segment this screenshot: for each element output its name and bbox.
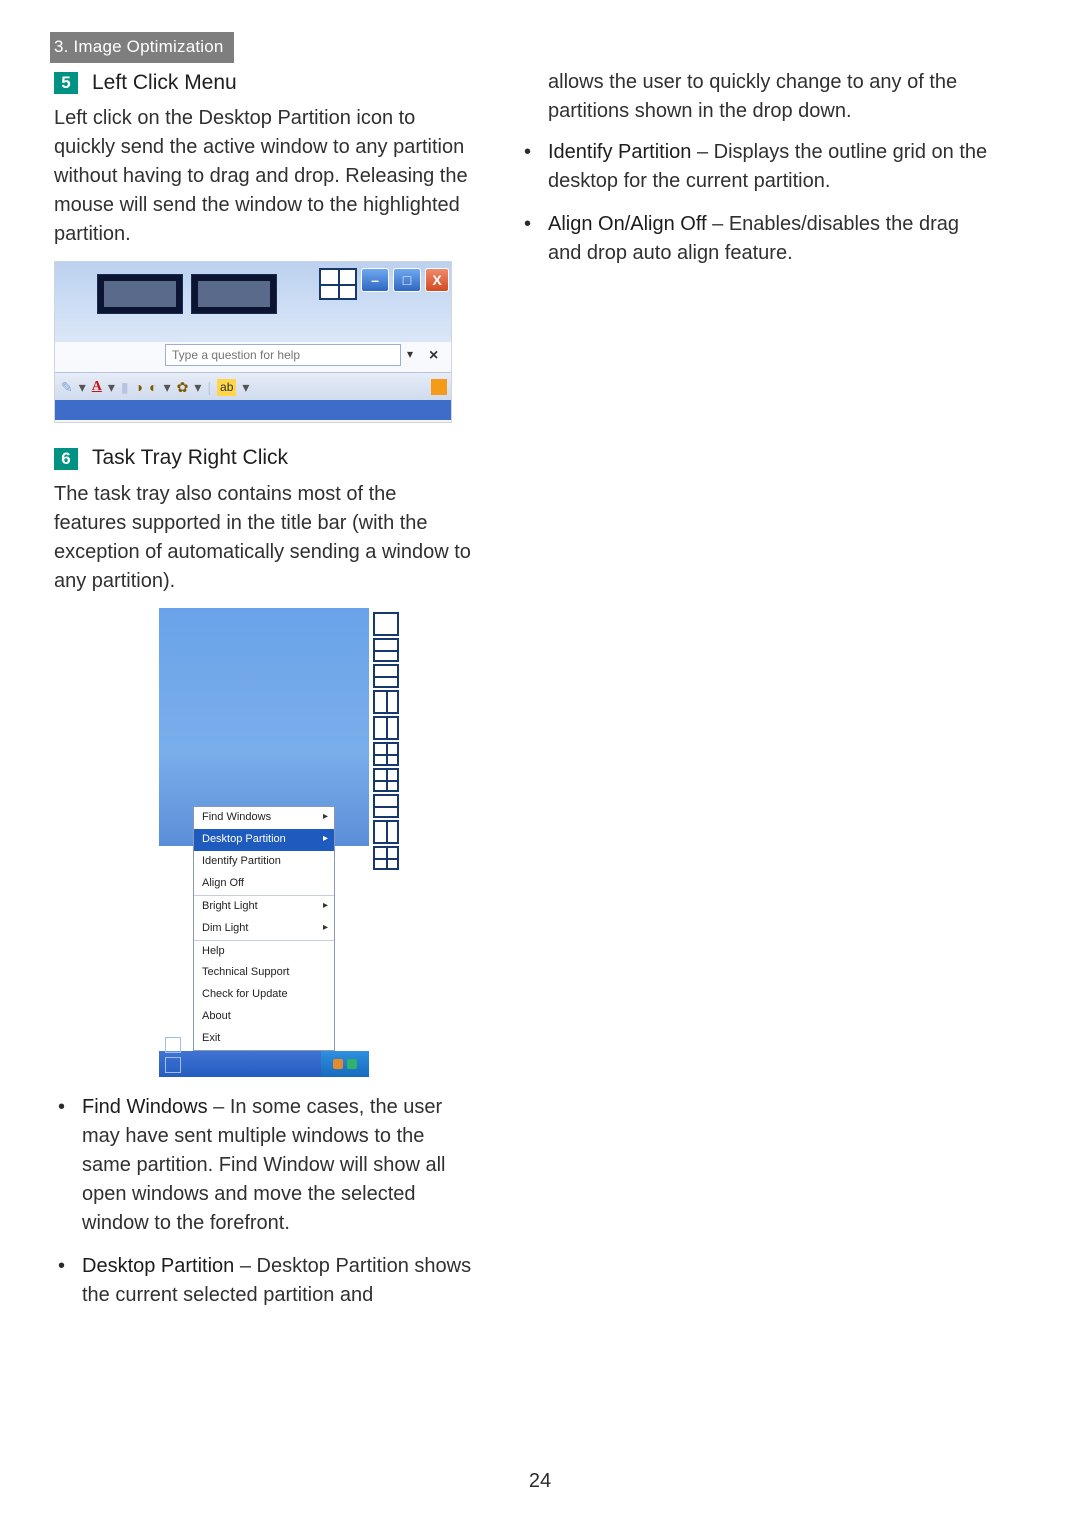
shot1-statusbar bbox=[55, 400, 451, 420]
shot1-titlebar: – □ X bbox=[55, 262, 451, 342]
menu-item-help[interactable]: Help bbox=[194, 941, 334, 963]
help-close-icon[interactable]: × bbox=[429, 344, 438, 367]
page-number: 24 bbox=[0, 1467, 1080, 1496]
step6-number-badge: 6 bbox=[54, 448, 78, 470]
partition-option-icon[interactable] bbox=[373, 638, 399, 662]
tray-icon[interactable] bbox=[347, 1059, 357, 1069]
step6-title: Task Tray Right Click bbox=[92, 443, 288, 473]
partition-option-icon[interactable] bbox=[373, 690, 399, 714]
menu-group: Find Windows Desktop Partition Identify … bbox=[194, 807, 334, 895]
quicklaunch-icon[interactable] bbox=[165, 1037, 181, 1053]
shot1-formatting-toolbar: ✎▾ A▾ ▮ ◑ ◐▾ ✿▾ | ab▾ bbox=[55, 372, 451, 402]
minimize-button[interactable]: – bbox=[361, 268, 389, 292]
menu-group: Help Technical Support Check for Update … bbox=[194, 940, 334, 1051]
toolbar-overflow-icon[interactable] bbox=[431, 379, 447, 395]
quicklaunch-icon[interactable] bbox=[165, 1057, 181, 1073]
left-bullet-list: Find Windows – In some cases, the user m… bbox=[54, 1093, 474, 1310]
step6-heading: 6 Task Tray Right Click bbox=[54, 443, 474, 473]
breadcrumb: 3. Image Optimization bbox=[50, 32, 234, 63]
partition-preview-icon bbox=[97, 274, 183, 314]
menu-item-bright-light[interactable]: Bright Light bbox=[194, 896, 334, 918]
partition-option-icon[interactable] bbox=[373, 820, 399, 844]
desktop-partition-continuation: allows the user to quickly change to any… bbox=[548, 68, 990, 126]
menu-item-check-for-update[interactable]: Check for Update bbox=[194, 984, 334, 1006]
insert-icon[interactable]: ◑ bbox=[135, 377, 143, 397]
context-menu: Find Windows Desktop Partition Identify … bbox=[193, 806, 335, 1051]
shot2-taskbar bbox=[159, 1051, 369, 1077]
partition-option-icon[interactable] bbox=[373, 846, 399, 870]
bullet-align-on-off: Align On/Align Off – Enables/disables th… bbox=[548, 210, 990, 268]
insert-icon[interactable]: ✿ bbox=[177, 377, 189, 397]
partition-option-icon[interactable] bbox=[373, 716, 399, 740]
brush-icon[interactable]: ✎ bbox=[61, 377, 73, 397]
menu-item-about[interactable]: About bbox=[194, 1006, 334, 1028]
highlight-button[interactable]: ab bbox=[217, 379, 236, 396]
menu-group: Bright Light Dim Light bbox=[194, 895, 334, 940]
bullet-identify-partition: Identify Partition – Displays the outlin… bbox=[548, 138, 990, 196]
screenshot-task-tray-menu: Find Windows Desktop Partition Identify … bbox=[159, 608, 369, 1077]
partition-option-icon[interactable] bbox=[373, 664, 399, 688]
bullet-term: Find Windows bbox=[82, 1096, 208, 1118]
maximize-button[interactable]: □ bbox=[393, 268, 421, 292]
partition-option-icon[interactable] bbox=[373, 742, 399, 766]
system-tray bbox=[321, 1051, 369, 1077]
menu-item-dim-light[interactable]: Dim Light bbox=[194, 918, 334, 940]
help-search-input[interactable] bbox=[165, 344, 401, 366]
bullet-term: Align On/Align Off bbox=[548, 213, 707, 235]
screenshot-left-click-menu: – □ X ▾ × ✎▾ A▾ ▮ ◑ ◐▾ ✿▾ | ab▾ bbox=[54, 261, 452, 423]
partition-option-icon[interactable] bbox=[373, 612, 399, 636]
menu-item-identify-partition[interactable]: Identify Partition bbox=[194, 851, 334, 873]
menu-item-technical-support[interactable]: Technical Support bbox=[194, 962, 334, 984]
bullet-term: Identify Partition bbox=[548, 141, 691, 163]
menu-item-find-windows[interactable]: Find Windows bbox=[194, 807, 334, 829]
close-button[interactable]: X bbox=[425, 268, 449, 292]
step5-number-badge: 5 bbox=[54, 72, 78, 94]
menu-item-exit[interactable]: Exit bbox=[194, 1028, 334, 1050]
right-bullet-list: Identify Partition – Displays the outlin… bbox=[520, 138, 990, 268]
insert-icon[interactable]: ◐ bbox=[149, 377, 157, 397]
bullet-term: Desktop Partition bbox=[82, 1255, 234, 1277]
partition-preview-icon bbox=[191, 274, 277, 314]
right-column: allows the user to quickly change to any… bbox=[520, 68, 990, 282]
tray-icon[interactable] bbox=[333, 1059, 343, 1069]
partition-option-icon[interactable] bbox=[373, 794, 399, 818]
page: 3. Image Optimization 5 Left Click Menu … bbox=[0, 0, 1080, 1532]
left-column: 5 Left Click Menu Left click on the Desk… bbox=[54, 68, 474, 1324]
partition-option-icon[interactable] bbox=[373, 768, 399, 792]
step6-paragraph: The task tray also contains most of the … bbox=[54, 480, 474, 596]
step5-title: Left Click Menu bbox=[92, 68, 237, 98]
desktop-partition-icon[interactable] bbox=[319, 268, 357, 300]
menu-item-desktop-partition[interactable]: Desktop Partition bbox=[194, 829, 334, 851]
help-dropdown-icon[interactable]: ▾ bbox=[407, 346, 413, 363]
partition-option-strip bbox=[373, 612, 399, 870]
step5-paragraph: Left click on the Desktop Partition icon… bbox=[54, 104, 474, 249]
menu-item-align-off[interactable]: Align Off bbox=[194, 873, 334, 895]
step5-heading: 5 Left Click Menu bbox=[54, 68, 474, 98]
bullet-find-windows: Find Windows – In some cases, the user m… bbox=[82, 1093, 474, 1238]
bullet-desktop-partition: Desktop Partition – Desktop Partition sh… bbox=[82, 1252, 474, 1310]
font-color-button[interactable]: A bbox=[92, 377, 102, 397]
